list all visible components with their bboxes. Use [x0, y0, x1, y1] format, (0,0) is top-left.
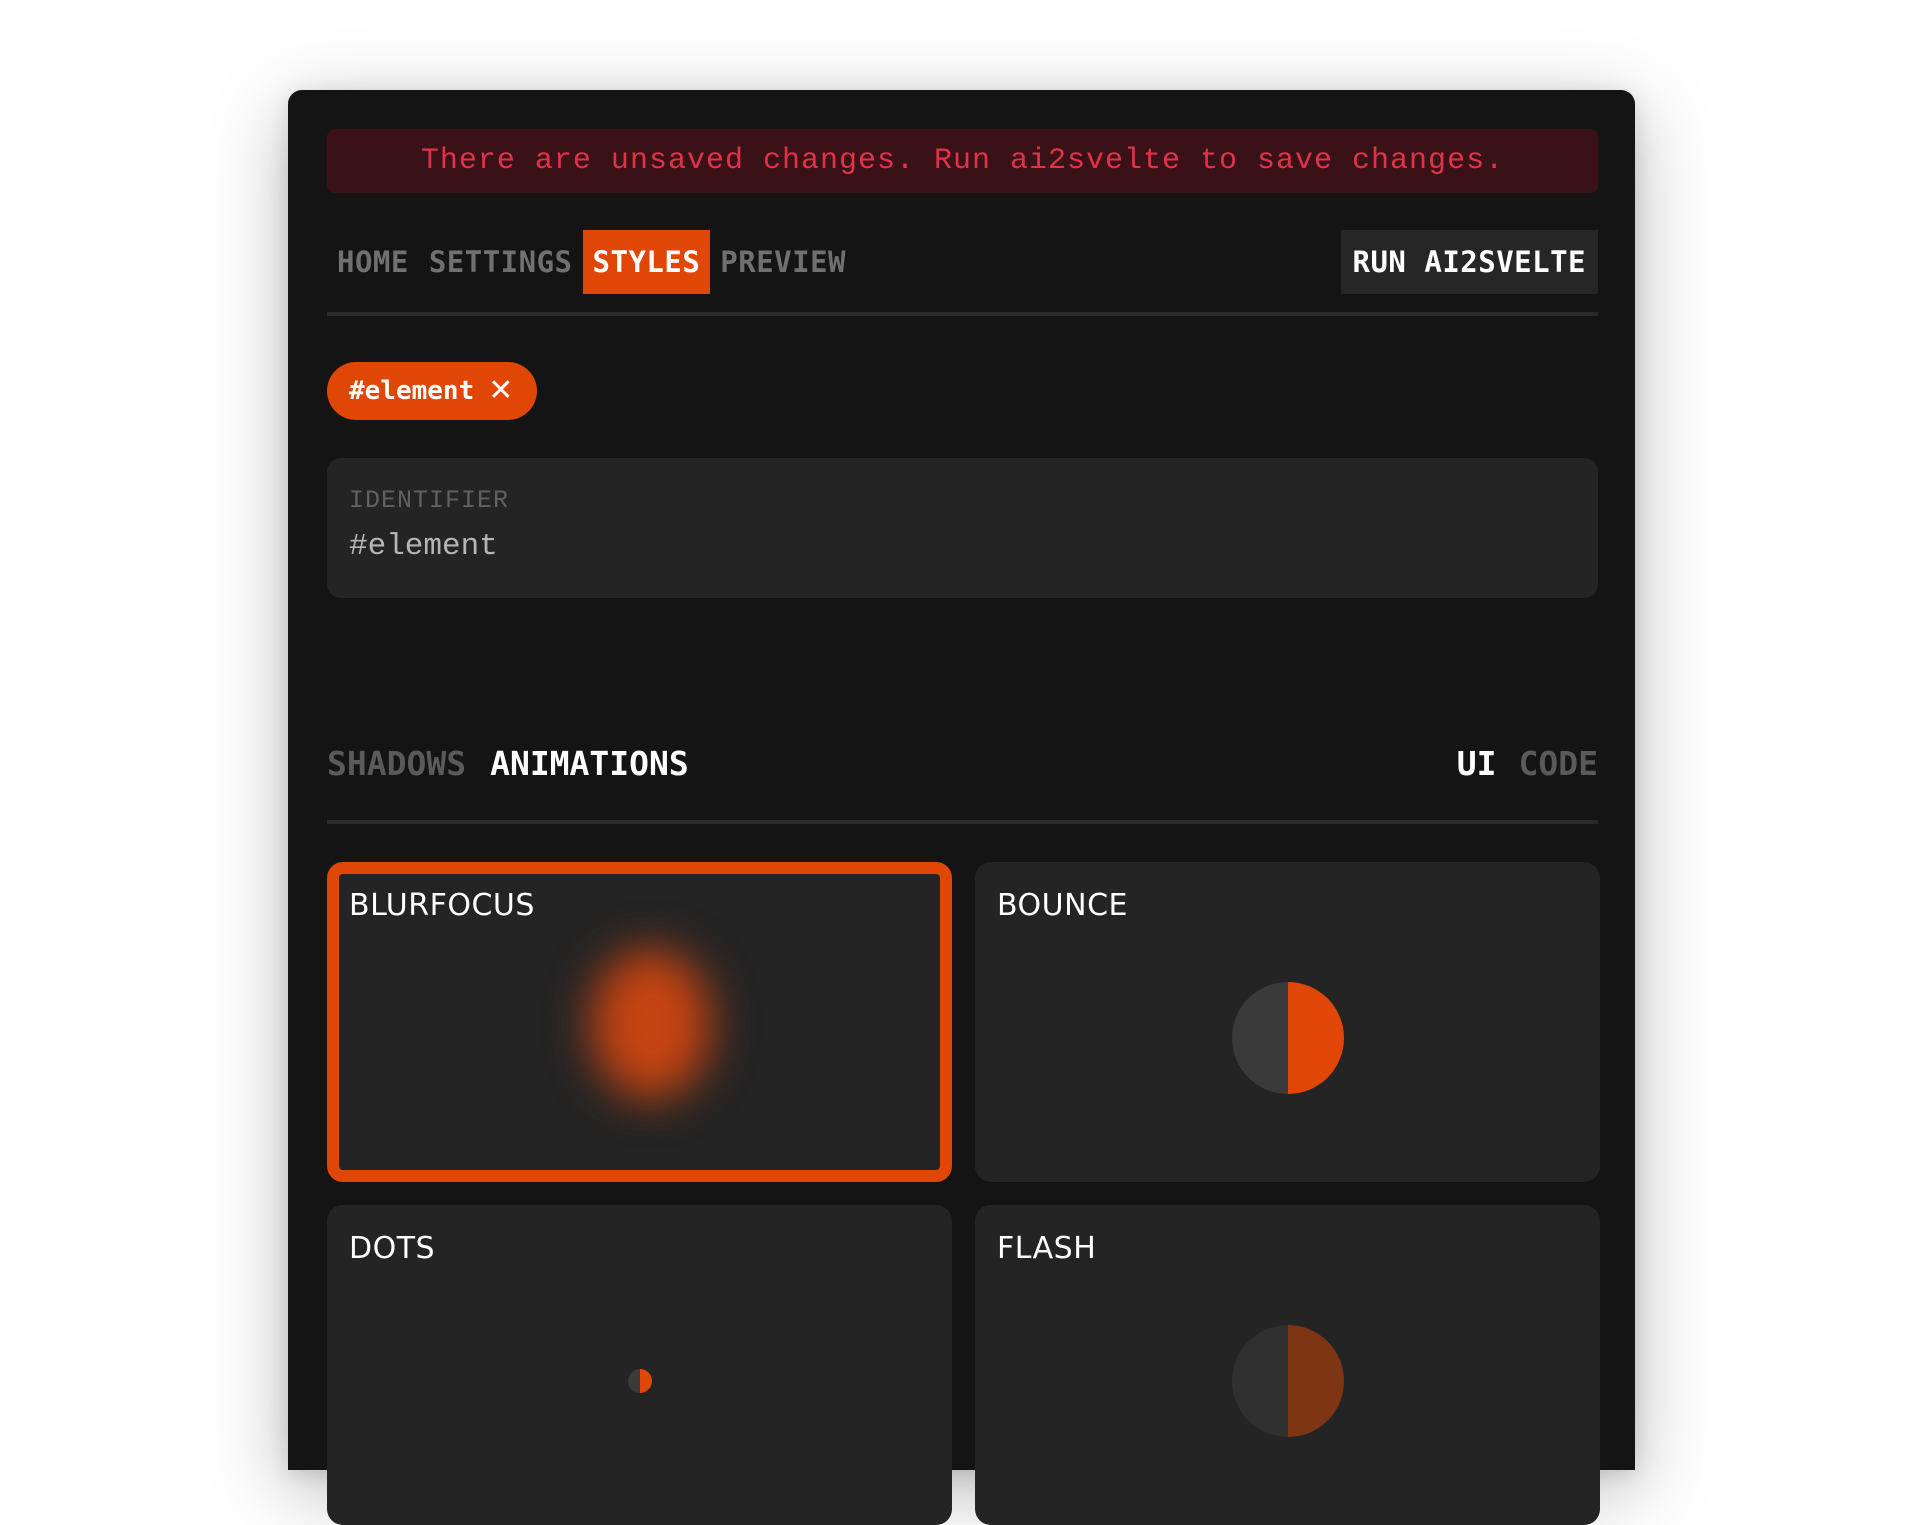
tab-animations[interactable]: ANIMATIONS [490, 744, 689, 783]
chip-label: #element [349, 376, 475, 406]
nav-tab-preview[interactable]: PREVIEW [710, 230, 856, 294]
top-nav: HOME SETTINGS STYLES PREVIEW RUN AI2SVEL… [327, 230, 1598, 294]
nav-tab-home[interactable]: HOME [327, 230, 419, 294]
element-chip[interactable]: #element ✕ [327, 362, 538, 420]
view-mode-toggle: UI CODE [1435, 744, 1598, 783]
tab-ui[interactable]: UI [1457, 744, 1497, 783]
animation-name: FLASH [997, 1231, 1097, 1266]
run-ai2svelte-button[interactable]: RUN AI2SVELTE [1340, 230, 1598, 294]
animation-name: BOUNCE [997, 888, 1128, 923]
close-icon[interactable]: ✕ [488, 376, 513, 406]
nav-divider [327, 312, 1598, 316]
bounce-preview [1232, 982, 1344, 1094]
animation-name: BLURFOCUS [349, 888, 535, 923]
blurfocus-preview [591, 949, 711, 1099]
animation-name: DOTS [349, 1231, 436, 1266]
animation-card-bounce[interactable]: BOUNCE [975, 862, 1600, 1182]
animation-card-blurfocus[interactable]: BLURFOCUS [327, 862, 952, 1182]
animation-card-dots[interactable]: DOTS [327, 1205, 952, 1525]
nav-tab-styles[interactable]: STYLES [582, 230, 711, 294]
tab-code[interactable]: CODE [1519, 744, 1598, 783]
subnav-divider [327, 820, 1598, 824]
animation-card-flash[interactable]: FLASH [975, 1205, 1600, 1525]
style-category-tabs: SHADOWS ANIMATIONS UI CODE [327, 738, 1598, 788]
tab-shadows[interactable]: SHADOWS [327, 744, 466, 783]
identifier-label: IDENTIFIER [349, 486, 510, 515]
identifier-field[interactable]: IDENTIFIER #element [327, 458, 1598, 598]
identifier-value[interactable]: #element [349, 529, 1576, 564]
styles-panel: There are unsaved changes. Run ai2svelte… [288, 90, 1635, 1525]
dots-preview [628, 1369, 652, 1393]
flash-preview [1232, 1325, 1344, 1437]
unsaved-changes-banner: There are unsaved changes. Run ai2svelte… [327, 129, 1598, 193]
nav-tab-settings[interactable]: SETTINGS [419, 230, 583, 294]
